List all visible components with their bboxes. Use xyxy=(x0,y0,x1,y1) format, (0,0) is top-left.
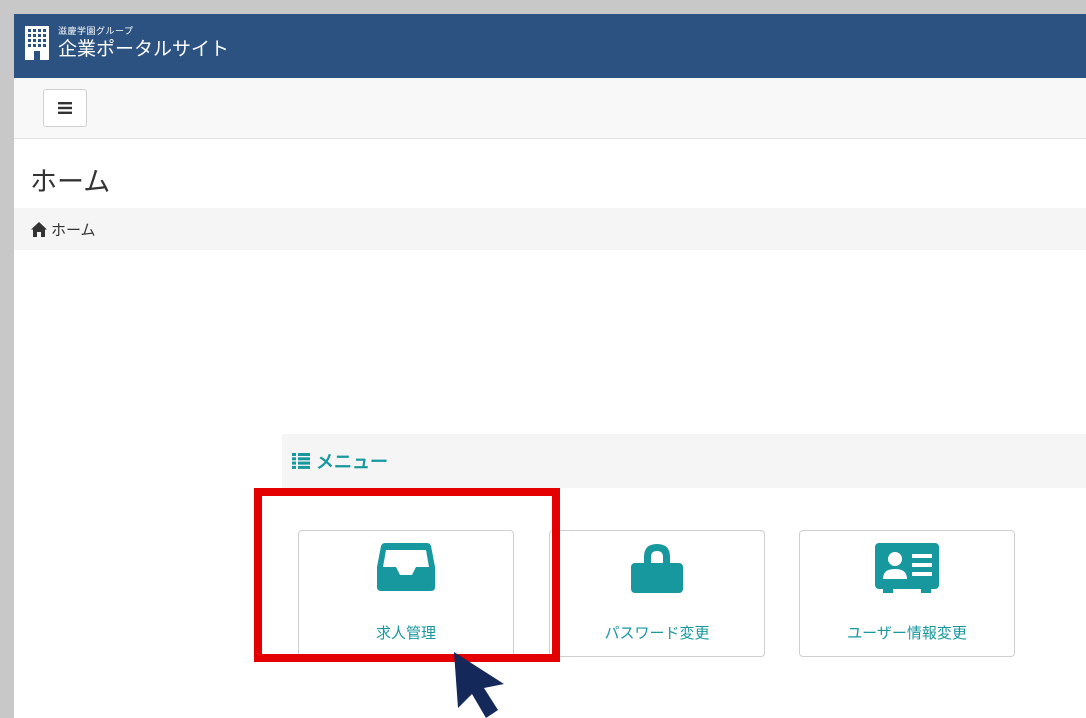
user-info-change-tile[interactable]: ユーザー情報変更 xyxy=(799,530,1015,657)
brand-title: 企業ポータルサイト xyxy=(58,37,230,60)
breadcrumb-home-label: ホーム xyxy=(51,220,96,239)
menu-panel-title: メニュー xyxy=(292,448,388,474)
breadcrumb: ホーム xyxy=(14,208,1086,250)
user-info-change-label: ユーザー情報変更 xyxy=(847,624,967,642)
app-frame: 滋慶学園グループ 企業ポータルサイト ホーム ホーム メニュー 求人管理 パスワ… xyxy=(14,14,1086,718)
brand-text: 滋慶学園グループ 企業ポータルサイト xyxy=(58,26,230,60)
top-navbar: 滋慶学園グループ 企業ポータルサイト xyxy=(14,14,1086,78)
lock-icon xyxy=(631,544,683,593)
hamburger-icon xyxy=(58,102,72,114)
home-icon xyxy=(31,221,47,237)
breadcrumb-home-link[interactable]: ホーム xyxy=(31,219,96,240)
list-icon xyxy=(292,453,310,469)
building-icon xyxy=(25,26,49,60)
password-change-label: パスワード変更 xyxy=(604,624,710,642)
password-change-tile[interactable]: パスワード変更 xyxy=(549,530,765,657)
toolbar xyxy=(14,78,1086,139)
page-title: ホーム xyxy=(30,167,111,198)
menu-title-label: メニュー xyxy=(316,452,388,473)
menu-panel-header: メニュー xyxy=(282,434,1086,488)
brand[interactable]: 滋慶学園グループ 企業ポータルサイト xyxy=(24,26,229,60)
highlight-annotation-box xyxy=(254,488,560,662)
id-card-icon xyxy=(875,543,939,593)
mouse-pointer-icon xyxy=(454,652,504,718)
menu-toggle-button[interactable] xyxy=(43,89,87,127)
brand-subtitle: 滋慶学園グループ xyxy=(58,26,134,37)
